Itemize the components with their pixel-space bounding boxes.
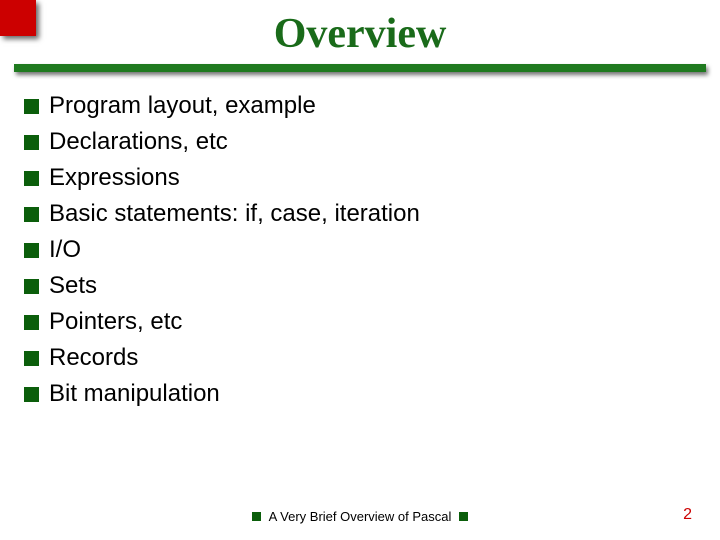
list-item-label: Sets — [49, 272, 97, 300]
square-bullet-icon — [24, 351, 39, 366]
square-bullet-icon — [252, 512, 261, 521]
list-item-label: I/O — [49, 236, 81, 264]
footer-center: A Very Brief Overview of Pascal — [0, 508, 720, 524]
list-item: Bit manipulation — [24, 380, 696, 408]
square-bullet-icon — [24, 207, 39, 222]
square-bullet-icon — [24, 315, 39, 330]
square-bullet-icon — [459, 512, 468, 521]
footer: A Very Brief Overview of Pascal 2 — [0, 508, 720, 524]
list-item: Sets — [24, 272, 696, 300]
square-bullet-icon — [24, 279, 39, 294]
square-bullet-icon — [24, 99, 39, 114]
square-bullet-icon — [24, 243, 39, 258]
list-item-label: Records — [49, 344, 138, 372]
list-item: Program layout, example — [24, 92, 696, 120]
square-bullet-icon — [24, 135, 39, 150]
list-item: Expressions — [24, 164, 696, 192]
square-bullet-icon — [24, 171, 39, 186]
list-item: I/O — [24, 236, 696, 264]
list-item: Records — [24, 344, 696, 372]
list-item-label: Bit manipulation — [49, 380, 220, 408]
corner-accent — [0, 0, 36, 36]
square-bullet-icon — [24, 387, 39, 402]
list-item: Declarations, etc — [24, 128, 696, 156]
footer-label: A Very Brief Overview of Pascal — [269, 509, 452, 524]
list-item-label: Pointers, etc — [49, 308, 182, 336]
list-item-label: Declarations, etc — [49, 128, 228, 156]
list-item-label: Expressions — [49, 164, 180, 192]
bullet-list: Program layout, example Declarations, et… — [0, 72, 720, 408]
list-item: Pointers, etc — [24, 308, 696, 336]
list-item-label: Program layout, example — [49, 92, 316, 120]
list-item-label: Basic statements: if, case, iteration — [49, 200, 420, 228]
list-item: Basic statements: if, case, iteration — [24, 200, 696, 228]
title-rule — [14, 64, 706, 72]
page-number: 2 — [683, 506, 692, 524]
page-title: Overview — [0, 0, 720, 64]
